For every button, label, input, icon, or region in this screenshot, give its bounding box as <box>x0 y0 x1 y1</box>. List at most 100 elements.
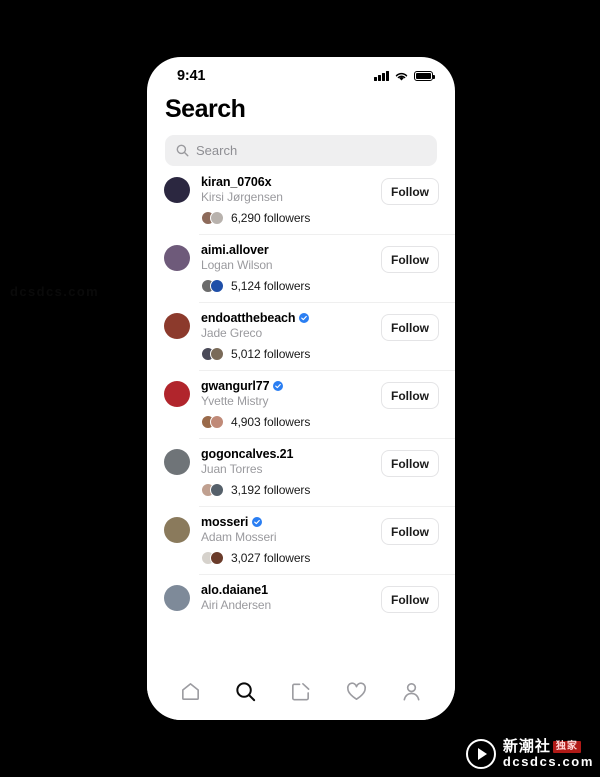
account-meta: gwangurl77 Yvette Mistry <box>201 379 370 408</box>
account-row-main: mosseri Adam Mosseri Follow <box>164 515 439 545</box>
username: gogoncalves.21 <box>201 447 294 461</box>
mutual-followers: 3,027 followers <box>201 551 439 565</box>
mutual-avatar-stack <box>201 415 224 429</box>
mutual-avatar-stack <box>201 211 224 225</box>
watermark-right: 新潮社 独家 dcsdcs.com <box>465 739 594 769</box>
username: kiran_0706x <box>201 175 272 189</box>
full-name: Jade Greco <box>201 326 263 340</box>
follow-button[interactable]: Follow <box>381 586 439 613</box>
account-meta: kiran_0706x Kirsi Jørgensen <box>201 175 370 204</box>
avatar[interactable] <box>164 177 190 203</box>
tab-profile[interactable] <box>397 677 425 705</box>
search-header: Search Search <box>147 89 455 166</box>
verified-badge-icon <box>299 313 310 323</box>
follower-count: 4,903 followers <box>231 415 311 429</box>
tab-compose[interactable] <box>287 677 315 705</box>
account-meta: aimi.allover Logan Wilson <box>201 243 370 272</box>
account-row-main: alo.daiane1 Airi Andersen Follow <box>164 583 439 613</box>
wifi-icon <box>395 72 408 81</box>
watermark-stamp: 独家 <box>552 740 581 754</box>
full-name: Airi Andersen <box>201 598 272 612</box>
follow-button[interactable]: Follow <box>381 518 439 545</box>
mutual-avatar <box>210 551 224 565</box>
search-placeholder: Search <box>196 143 238 158</box>
full-name: Adam Mosseri <box>201 530 277 544</box>
cellular-bars-icon <box>374 71 389 81</box>
account-row[interactable]: mosseri Adam Mosseri Follow 3,027 follow… <box>147 506 455 574</box>
account-row-main: endoatthebeach Jade Greco Follow <box>164 311 439 341</box>
compose-icon <box>292 682 310 700</box>
username-line: endoatthebeach <box>201 311 370 325</box>
username-line: aimi.allover <box>201 243 370 257</box>
account-row[interactable]: kiran_0706x Kirsi Jørgensen Follow 6,290… <box>147 166 455 234</box>
username-line: gwangurl77 <box>201 379 370 393</box>
follower-count: 3,192 followers <box>231 483 311 497</box>
username-line: gogoncalves.21 <box>201 447 370 461</box>
username: endoatthebeach <box>201 311 296 325</box>
follow-button[interactable]: Follow <box>381 382 439 409</box>
follow-button[interactable]: Follow <box>381 450 439 477</box>
search-icon <box>236 681 256 701</box>
verified-badge-icon <box>273 381 284 391</box>
full-name: Logan Wilson <box>201 258 273 272</box>
page-title: Search <box>165 95 246 123</box>
avatar[interactable] <box>164 313 190 339</box>
username: mosseri <box>201 515 249 529</box>
account-row[interactable]: gogoncalves.21 Juan Torres Follow 3,192 … <box>147 438 455 506</box>
follower-count: 3,027 followers <box>231 551 311 565</box>
search-icon <box>176 144 189 157</box>
username: aimi.allover <box>201 243 269 257</box>
mutual-followers: 5,124 followers <box>201 279 439 293</box>
account-meta: gogoncalves.21 Juan Torres <box>201 447 370 476</box>
mutual-avatar-stack <box>201 551 224 565</box>
status-indicators <box>374 71 436 82</box>
follower-count: 6,290 followers <box>231 211 311 225</box>
follow-button[interactable]: Follow <box>381 178 439 205</box>
account-row-main: gwangurl77 Yvette Mistry Follow <box>164 379 439 409</box>
status-bar: 9:41 <box>147 57 455 89</box>
account-row[interactable]: alo.daiane1 Airi Andersen Follow <box>147 574 455 622</box>
mutual-avatar <box>210 347 224 361</box>
watermark-brand: 新潮社 <box>502 738 551 756</box>
account-results-list[interactable]: kiran_0706x Kirsi Jørgensen Follow 6,290… <box>147 166 455 668</box>
account-row-main: kiran_0706x Kirsi Jørgensen Follow <box>164 175 439 205</box>
bottom-tab-bar[interactable] <box>147 668 455 720</box>
full-name: Kirsi Jørgensen <box>201 190 283 204</box>
tab-activity[interactable] <box>342 677 370 705</box>
avatar[interactable] <box>164 517 190 543</box>
battery-icon <box>414 71 436 81</box>
username-line: kiran_0706x <box>201 175 370 189</box>
avatar[interactable] <box>164 245 190 271</box>
search-input[interactable]: Search <box>165 135 437 166</box>
status-time: 9:41 <box>177 68 206 84</box>
home-icon <box>182 682 200 700</box>
full-name: Yvette Mistry <box>201 394 269 408</box>
tab-home[interactable] <box>177 677 205 705</box>
account-meta: endoatthebeach Jade Greco <box>201 311 370 340</box>
mutual-followers: 6,290 followers <box>201 211 439 225</box>
heart-icon <box>346 682 366 700</box>
tab-search[interactable] <box>232 677 260 705</box>
mutual-followers: 5,012 followers <box>201 347 439 361</box>
account-row[interactable]: aimi.allover Logan Wilson Follow 5,124 f… <box>147 234 455 302</box>
avatar[interactable] <box>164 449 190 475</box>
follow-button[interactable]: Follow <box>381 314 439 341</box>
username: gwangurl77 <box>201 379 270 393</box>
follower-count: 5,012 followers <box>231 347 311 361</box>
watermark-left: dcsdcs.com <box>10 284 100 299</box>
username: alo.daiane1 <box>201 583 268 597</box>
follow-button[interactable]: Follow <box>381 246 439 273</box>
full-name: Juan Torres <box>201 462 263 476</box>
follower-count: 5,124 followers <box>231 279 311 293</box>
username-line: alo.daiane1 <box>201 583 370 597</box>
mutual-avatar-stack <box>201 347 224 361</box>
avatar[interactable] <box>164 585 190 611</box>
mutual-avatar <box>210 279 224 293</box>
watermark-text: 新潮社 独家 dcsdcs.com <box>503 739 594 768</box>
mutual-avatar <box>210 211 224 225</box>
screenshot-stage: dcsdcs.com 9:41 Search Search kiran_0706… <box>0 0 600 777</box>
account-row[interactable]: endoatthebeach Jade Greco Follow 5,012 f… <box>147 302 455 370</box>
phone-frame: 9:41 Search Search kiran_0706x Kirsi Jør… <box>147 57 455 720</box>
account-row[interactable]: gwangurl77 Yvette Mistry Follow 4,903 fo… <box>147 370 455 438</box>
avatar[interactable] <box>164 381 190 407</box>
